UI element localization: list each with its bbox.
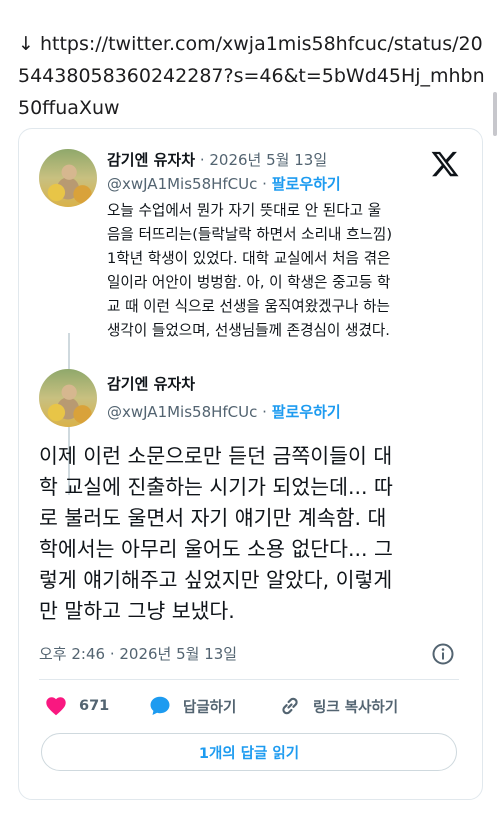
separator: · (262, 175, 267, 193)
like-count: 671 (79, 698, 110, 714)
read-replies-label: 1개의 답글 읽기 (198, 745, 300, 762)
shared-url[interactable]: ↓ https://twitter.com/xwja1mis58hfcuc/st… (18, 28, 486, 124)
main-name-row: 감기엔 유자차 (107, 373, 195, 395)
user-handle[interactable]: @xwJA1Mis58HfCUc (107, 175, 257, 193)
separator: · (262, 403, 267, 421)
avatar[interactable] (39, 369, 97, 427)
user-handle[interactable]: @xwJA1Mis58HfCUc (107, 403, 257, 421)
tweet-timestamp[interactable]: 오후 2:46 · 2026년 5월 13일 (39, 643, 237, 665)
display-name[interactable]: 감기엔 유자차 (107, 375, 195, 393)
copy-link-label: 링크 복사하기 (313, 699, 399, 716)
speech-bubble-icon (150, 696, 170, 715)
tweet-embed-card: 감기엔 유자차 · 2026년 5월 13일 @xwJA1Mis58HfCUc … (18, 128, 483, 800)
main-tweet-text: 이제 이런 소문으로만 듣던 금쪽이들이 대 학 교실에 진출하는 시기가 되었… (39, 444, 393, 623)
separator: · (199, 151, 205, 169)
like-button[interactable]: 671 (43, 693, 109, 719)
down-arrow-icon: ↓ (18, 33, 34, 55)
heart-icon (46, 697, 66, 716)
scrollbar-thumb[interactable] (493, 92, 497, 136)
divider (39, 679, 459, 680)
main-handle-row: @xwJA1Mis58HfCUc · 팔로우하기 (107, 401, 341, 423)
reply-name-row: 감기엔 유자차 · 2026년 5월 13일 (107, 149, 327, 171)
avatar[interactable] (39, 149, 97, 207)
follow-button[interactable]: 팔로우하기 (272, 403, 341, 421)
copy-link-button[interactable]: 링크 복사하기 (277, 693, 398, 719)
tweet-date[interactable]: 2026년 5월 13일 (209, 151, 327, 169)
link-icon (282, 697, 298, 715)
reply-tweet-text: 오늘 수업에서 뭔가 자기 뜻대로 안 된다고 울 음을 터뜨리는(들락날락 하… (107, 202, 393, 339)
reply-label: 답글하기 (183, 699, 237, 716)
url-text[interactable]: https://twitter.com/xwja1mis58hfcuc/stat… (18, 33, 485, 119)
reply-button[interactable]: 답글하기 (147, 693, 236, 719)
follow-button[interactable]: 팔로우하기 (272, 175, 341, 193)
display-name[interactable]: 감기엔 유자차 (107, 151, 195, 169)
info-icon[interactable] (431, 642, 455, 666)
read-replies-button[interactable]: 1개의 답글 읽기 (41, 733, 457, 771)
reply-handle-row: @xwJA1Mis58HfCUc · 팔로우하기 (107, 173, 341, 195)
x-logo-icon[interactable] (430, 149, 460, 179)
